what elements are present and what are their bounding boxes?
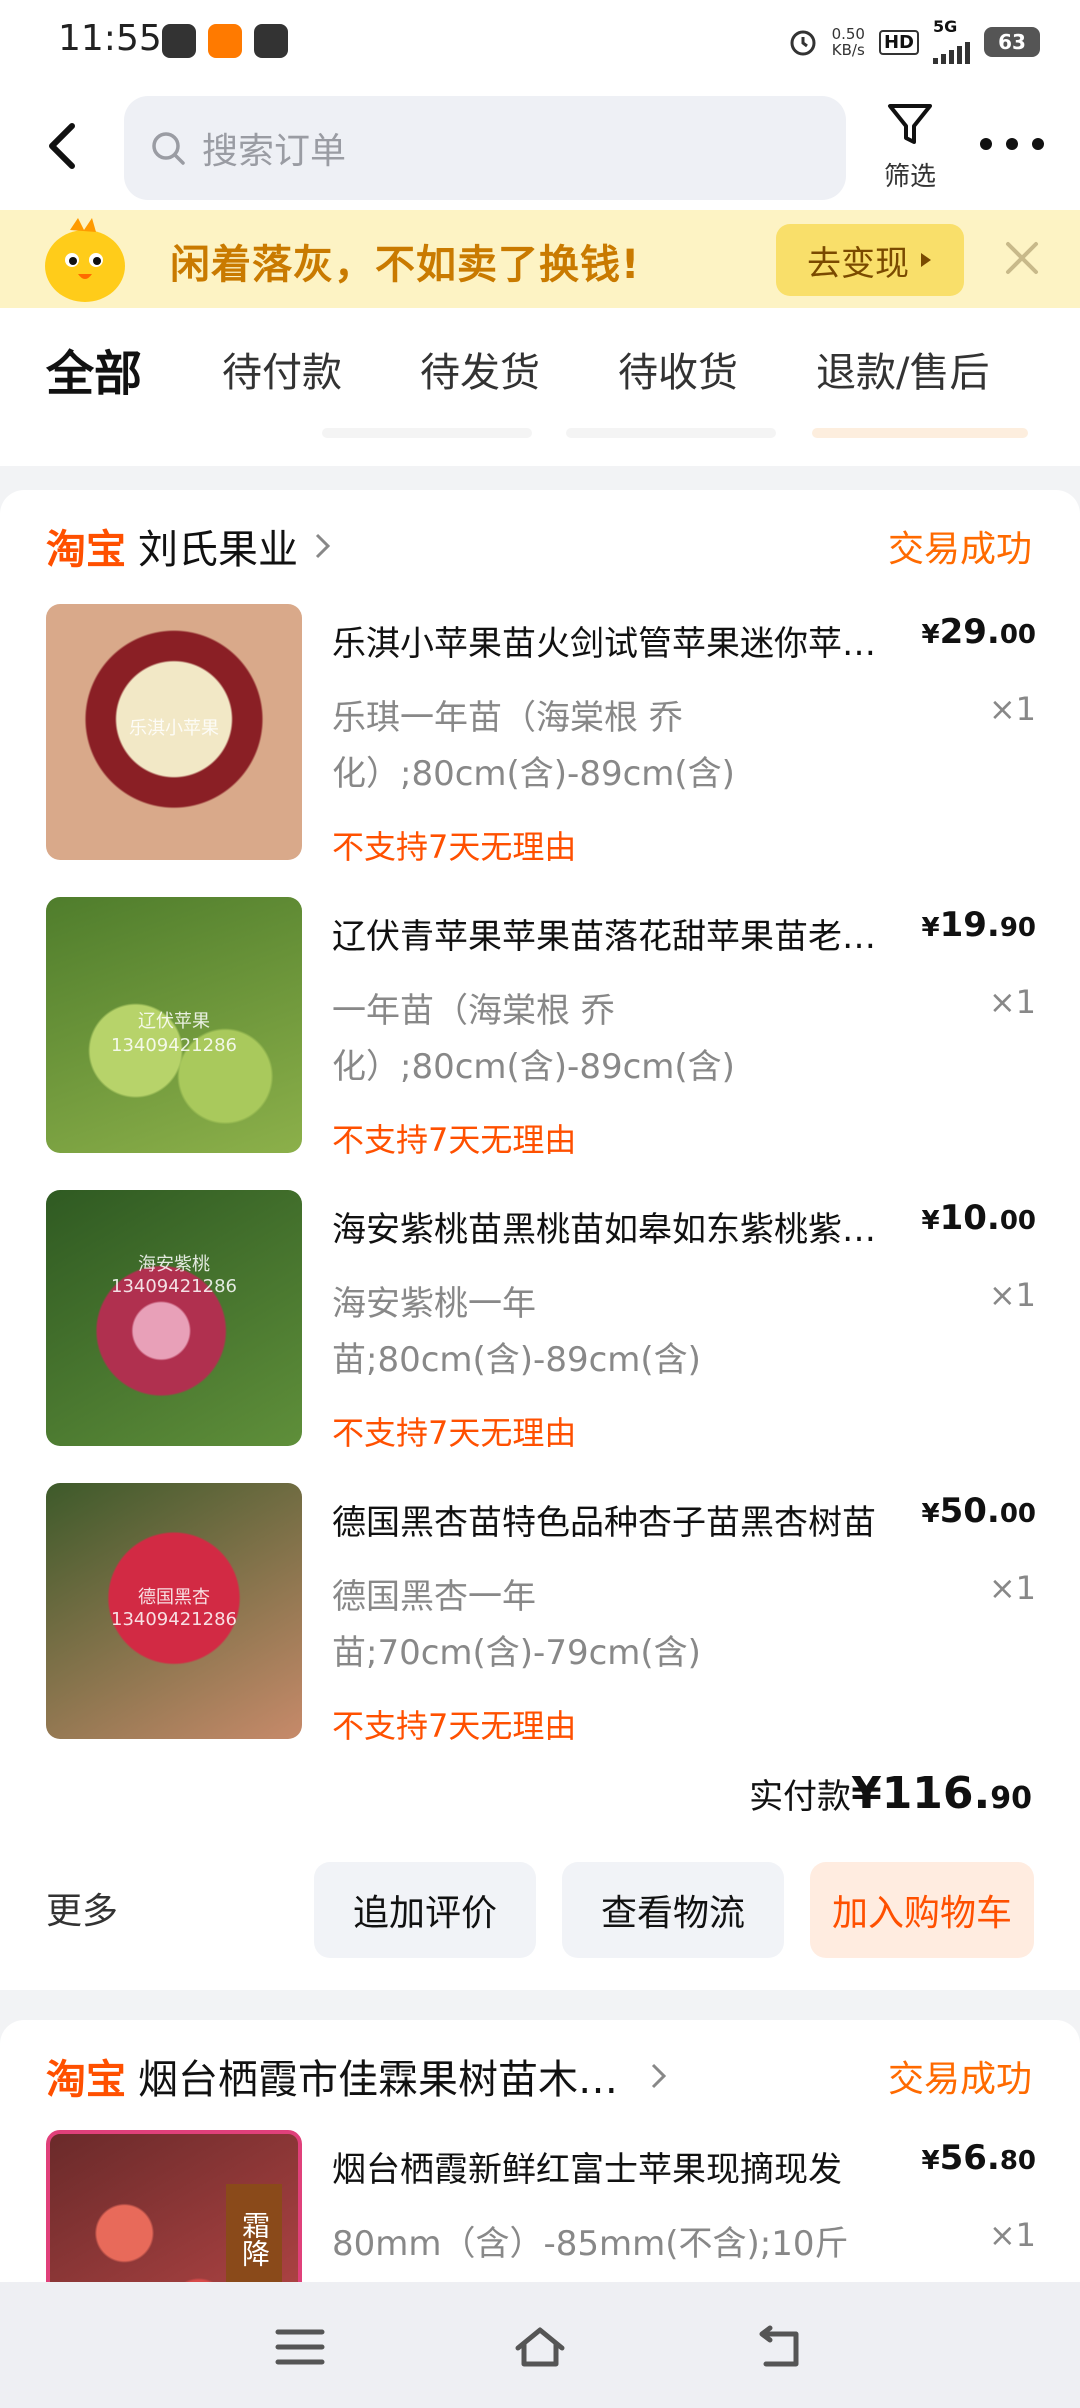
tab-divider [322,428,532,438]
product-thumbnail: 德国黑杏 13409421286 [46,1483,302,1739]
close-icon[interactable] [1000,236,1044,280]
product-spec: 一年苗（海棠根 乔化）;80cm(含)-89cm(含) [332,991,735,1087]
thumbnail-watermark: 13409421286 [111,1035,237,1056]
product-spec: 德国黑杏一年苗;70cm(含)-79cm(含) [332,1577,701,1673]
header: 搜索订单 筛选 [0,84,1080,210]
filter-label: 筛选 [883,162,936,192]
signal-icon: 5G [933,19,970,64]
product-spec: 海安紫桃一年苗;80cm(含)-89cm(含) [332,1284,701,1380]
thumbnail-watermark: 辽伏苹果 [138,1011,210,1032]
banner-text: 闲着落灰，不如卖了换钱! [170,242,641,288]
net-speed: 0.50 KB/s [831,25,865,59]
tab-pending-receipt[interactable]: 待收货 [618,340,738,398]
more-link[interactable]: 更多 [46,1882,118,1934]
status-time: 11:55 [58,18,162,59]
product-quantity: ×1 [988,1569,1036,1607]
order-tabs: 全部 待付款 待发货 待收货 退款/售后 [0,308,1080,466]
product-quantity: ×1 [988,690,1036,728]
filter-icon [888,104,932,144]
tab-divider [566,428,776,438]
hd-badge: HD [878,29,919,55]
more-menu-icon[interactable] [980,138,1044,150]
taobao-notification-icon [208,24,242,58]
product-spec: 乐琪一年苗（海棠根 乔化）;80cm(含)-89cm(含) [332,698,735,794]
product-price: ¥10.00 [921,1198,1036,1238]
home-icon[interactable] [512,2322,568,2372]
product-quantity: ×1 [988,2216,1036,2254]
back-icon[interactable] [40,116,88,176]
product-title: 乐淇小苹果苗火剑试管苹果迷你苹果苗 [332,624,898,664]
paid-label: 实付款 [749,1777,852,1817]
order-item[interactable]: 乐淇小苹果 乐淇小苹果苗火剑试管苹果迷你苹果苗 乐琪一年苗（海棠根 乔化）;80… [46,604,1036,866]
product-quantity: ×1 [988,1276,1036,1314]
thumbnail-watermark: 海安紫桃 [138,1254,210,1275]
battery-icon: 63 [984,27,1040,57]
menu-icon[interactable] [272,2322,328,2372]
add-to-cart-button[interactable]: 加入购物车 [810,1862,1034,1958]
order-card: 淘宝 刘氏果业 交易成功 乐淇小苹果 乐淇小苹果苗火剑试管苹果迷你苹果苗 乐琪一… [0,490,1080,1990]
order-item[interactable]: 德国黑杏 13409421286 德国黑杏苗特色品种杏子苗黑杏树苗 德国黑杏一年… [46,1483,1036,1745]
product-thumbnail: 海安紫桃 13409421286 [46,1190,302,1446]
chevron-right-icon [315,533,331,559]
alarm-icon [790,30,816,56]
back-nav-icon[interactable] [752,2322,808,2372]
product-spec: 80mm（含）-85mm(不含);10斤 [332,2224,849,2264]
product-thumbnail: 乐淇小苹果 [46,604,302,860]
product-title: 海安紫桃苗黑桃苗如皋如东紫桃紫血桃 [332,1210,898,1250]
order-status: 交易成功 [887,529,1032,570]
taobao-brand: 淘宝 [46,527,126,573]
play-arrow-icon [921,253,931,267]
search-input[interactable]: 搜索订单 [124,96,846,200]
tab-pending-shipment[interactable]: 待发货 [420,340,540,398]
mascot-chick-icon [45,218,125,302]
search-icon [152,132,185,165]
order-status: 交易成功 [887,2059,1032,2100]
app-notification-icon [162,24,196,58]
thumbnail-tag: 霜降 [226,2184,282,2294]
tab-refund-aftersale[interactable]: 退款/售后 [816,340,989,398]
tab-divider [812,428,1028,438]
tab-pending-payment[interactable]: 待付款 [222,340,342,398]
thumbnail-watermark: 13409421286 [111,1609,237,1630]
product-title: 德国黑杏苗特色品种杏子苗黑杏树苗 [332,1503,876,1543]
promo-banner[interactable]: 闲着落灰，不如卖了换钱! 去变现 [0,210,1080,308]
game-notification-icon [254,24,288,58]
paid-total: 实付款¥116.90 [749,1768,1032,1819]
product-title: 烟台栖霞新鲜红富士苹果现摘现发 [332,2150,842,2190]
chevron-right-icon [651,2063,667,2089]
search-placeholder: 搜索订单 [202,131,347,172]
taobao-brand: 淘宝 [46,2057,126,2103]
thumbnail-watermark: 乐淇小苹果 [129,718,219,739]
no-return-notice: 不支持7天无理由 [332,1414,577,1452]
no-return-notice: 不支持7天无理由 [332,1707,577,1745]
no-return-notice: 不支持7天无理由 [332,828,577,866]
thumbnail-watermark: 13409421286 [111,1276,237,1297]
tab-all[interactable]: 全部 [46,334,142,404]
no-return-notice: 不支持7天无理由 [332,1121,577,1159]
banner-cash-button[interactable]: 去变现 [776,224,964,296]
banner-button-label: 去变现 [807,243,909,284]
product-thumbnail: 辽伏苹果 13409421286 [46,897,302,1153]
add-review-button[interactable]: 追加评价 [314,1862,536,1958]
product-quantity: ×1 [988,983,1036,1021]
order-item[interactable]: 海安紫桃 13409421286 海安紫桃苗黑桃苗如皋如东紫桃紫血桃 海安紫桃一… [46,1190,1036,1452]
status-bar: 11:55 0.50 KB/s HD 5G 63 [0,0,1080,84]
filter-button[interactable]: 筛选 [868,98,952,193]
system-nav-bar [0,2282,1080,2408]
product-price: ¥56.80 [921,2138,1036,2178]
product-title: 辽伏青苹果苹果苗落花甜苹果苗老品种 [332,917,898,957]
shop-name: 烟台栖霞市佳霖果树苗木… [138,2057,618,2103]
product-price: ¥50.00 [921,1491,1036,1531]
view-logistics-button[interactable]: 查看物流 [562,1862,784,1958]
order-item[interactable]: 辽伏苹果 13409421286 辽伏青苹果苹果苗落花甜苹果苗老品种 一年苗（海… [46,897,1036,1159]
thumbnail-watermark: 德国黑杏 [138,1587,210,1608]
product-price: ¥29.00 [921,612,1036,652]
shop-name: 刘氏果业 [138,527,298,573]
product-price: ¥19.90 [921,905,1036,945]
